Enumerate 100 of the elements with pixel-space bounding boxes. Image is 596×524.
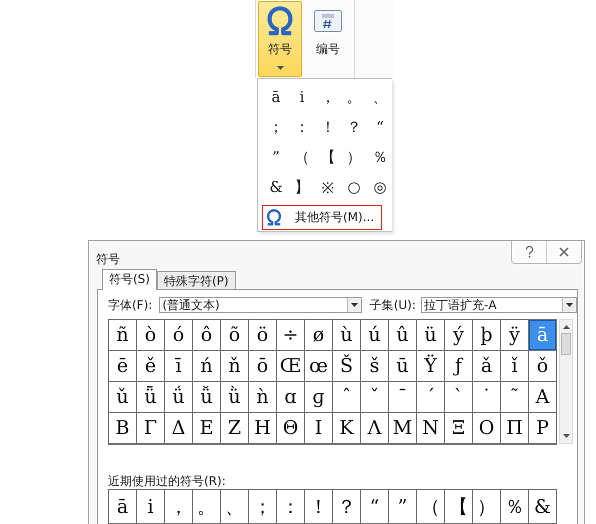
symbol-cell[interactable]: ǒ	[529, 351, 557, 382]
symbol-cell[interactable]: ē	[109, 351, 137, 382]
symbol-cell[interactable]: Η	[249, 413, 277, 444]
symbol-cell[interactable]: Œ	[277, 351, 305, 382]
symbol-cell[interactable]: Α	[529, 382, 557, 413]
symbol-item[interactable]: &	[263, 172, 289, 202]
symbol-cell[interactable]: Š	[333, 351, 361, 382]
symbol-cell[interactable]: ǎ	[473, 351, 501, 382]
symbol-cell[interactable]: õ	[221, 320, 249, 351]
symbol-cell[interactable]: ø	[305, 320, 333, 351]
symbol-item[interactable]: ：	[289, 112, 315, 142]
symbol-item[interactable]: ”	[263, 142, 289, 172]
symbol-item[interactable]: ；	[263, 112, 289, 142]
symbol-item[interactable]: ◎	[367, 172, 393, 202]
symbol-cell[interactable]: ö	[249, 320, 277, 351]
symbol-cell[interactable]: Κ	[333, 413, 361, 444]
symbol-cell[interactable]: ɑ	[277, 382, 305, 413]
symbol-item[interactable]: ā	[263, 82, 289, 112]
symbol-cell[interactable]: ˜	[501, 382, 529, 413]
symbol-cell[interactable]: ǹ	[249, 382, 277, 413]
symbol-cell[interactable]: ƒ	[445, 351, 473, 382]
symbol-cell[interactable]: Ÿ	[417, 351, 445, 382]
symbol-cell[interactable]: ˇ	[361, 382, 389, 413]
symbol-cell[interactable]: ÷	[277, 320, 305, 351]
recent-symbols-label: 近期使用过的符号(R):	[108, 473, 227, 487]
symbol-cell[interactable]: ǘ	[165, 382, 193, 413]
symbol-cell[interactable]: ˆ	[333, 382, 361, 413]
scroll-down-icon[interactable]	[562, 434, 570, 438]
symbol-cell[interactable]: ˋ	[445, 382, 473, 413]
symbol-cell[interactable]: ñ	[109, 320, 137, 351]
symbol-cell[interactable]: þ	[473, 320, 501, 351]
subset-label: 子集(U):	[370, 296, 417, 314]
symbol-cell[interactable]: Μ	[389, 413, 417, 444]
symbol-item[interactable]: ，	[315, 82, 341, 112]
dropdown-field[interactable]: 拉丁语扩充-A	[421, 297, 577, 313]
more-symbols-item[interactable]: 其他符号(M)...	[262, 205, 382, 230]
symbol-item[interactable]: ％	[367, 142, 393, 172]
symbol-cell[interactable]: ň	[221, 351, 249, 382]
symbol-cell[interactable]: ń	[193, 351, 221, 382]
symbol-cell[interactable]: Ζ	[221, 413, 249, 444]
symbol-cell[interactable]: Θ	[277, 413, 305, 444]
symbol-cell[interactable]: Ι	[305, 413, 333, 444]
symbol-item[interactable]: ○	[341, 172, 367, 202]
symbol-cell[interactable]: œ	[305, 351, 333, 382]
symbol-cell[interactable]: ˊ	[417, 382, 445, 413]
symbol-cell[interactable]: Ε	[193, 413, 221, 444]
symbol-cell[interactable]: Ρ	[529, 413, 557, 444]
symbol-cell[interactable]: Β	[109, 413, 137, 444]
dialog-tab[interactable]: 特殊字符(P)	[156, 271, 236, 289]
symbol-cell[interactable]: Π	[501, 413, 529, 444]
symbol-cell[interactable]: Ν	[417, 413, 445, 444]
symbol-item[interactable]: 、	[367, 82, 393, 112]
symbol-cell[interactable]: ǔ	[109, 382, 137, 413]
dropdown-arrow-icon	[566, 303, 573, 307]
symbol-item[interactable]: “	[367, 112, 393, 142]
symbol-item[interactable]: ）	[341, 142, 367, 172]
symbol-item[interactable]: （	[289, 142, 315, 172]
symbol-cell[interactable]: Ο	[473, 413, 501, 444]
scroll-thumb[interactable]	[561, 333, 571, 355]
symbol-cell[interactable]: ü	[417, 320, 445, 351]
symbol-cell[interactable]: ú	[361, 320, 389, 351]
symbol-item[interactable]: i	[289, 82, 315, 112]
symbol-cell[interactable]: Δ	[165, 413, 193, 444]
symbol-cell[interactable]: ě	[137, 351, 165, 382]
numbering-icon	[314, 10, 342, 32]
symbol-item[interactable]: ！	[315, 112, 341, 142]
symbol-cell[interactable]: ɡ	[305, 382, 333, 413]
symbol-cell[interactable]: ǖ	[137, 382, 165, 413]
ribbon-button[interactable]: 符号	[258, 1, 302, 77]
symbol-cell[interactable]: ý	[445, 320, 473, 351]
symbol-cell[interactable]: ò	[137, 320, 165, 351]
symbol-cell[interactable]: ˉ	[389, 382, 417, 413]
symbol-cell[interactable]: ū	[389, 351, 417, 382]
scroll-up-icon[interactable]	[562, 325, 570, 329]
symbol-item[interactable]: 【	[315, 142, 341, 172]
symbol-cell[interactable]: ī	[165, 351, 193, 382]
symbol-cell[interactable]: û	[389, 320, 417, 351]
symbol-cell[interactable]: ˙	[473, 382, 501, 413]
dropdown-arrow-icon	[350, 303, 358, 307]
dialog-tab[interactable]: 符号(S)	[102, 269, 157, 290]
symbol-cell[interactable]: ù	[333, 320, 361, 351]
symbol-cell[interactable]: ǜ	[221, 382, 249, 413]
symbol-cell[interactable]: ÿ	[501, 320, 529, 351]
scrollbar[interactable]	[559, 319, 573, 444]
symbol-item[interactable]: ？	[341, 112, 367, 142]
symbol-cell[interactable]: Λ	[361, 413, 389, 444]
symbol-cell[interactable]: ó	[165, 320, 193, 351]
symbol-cell[interactable]: ō	[249, 351, 277, 382]
ribbon-button[interactable]: 编号	[306, 1, 350, 77]
symbol-cell[interactable]: š	[361, 351, 389, 382]
symbol-item[interactable]: 】	[289, 172, 315, 202]
dropdown-field[interactable]: (普通文本)	[159, 297, 362, 313]
symbol-item[interactable]: 。	[341, 82, 367, 112]
symbol-cell[interactable]: ǚ	[193, 382, 221, 413]
symbol-item[interactable]: ※	[315, 172, 341, 202]
font-label: 字体(F):	[108, 296, 154, 314]
symbol-cell[interactable]: Γ	[137, 413, 165, 444]
symbol-cell[interactable]: Ξ	[445, 413, 473, 444]
symbol-cell[interactable]: ô	[193, 320, 221, 351]
symbol-cell[interactable]: ǐ	[501, 351, 529, 382]
